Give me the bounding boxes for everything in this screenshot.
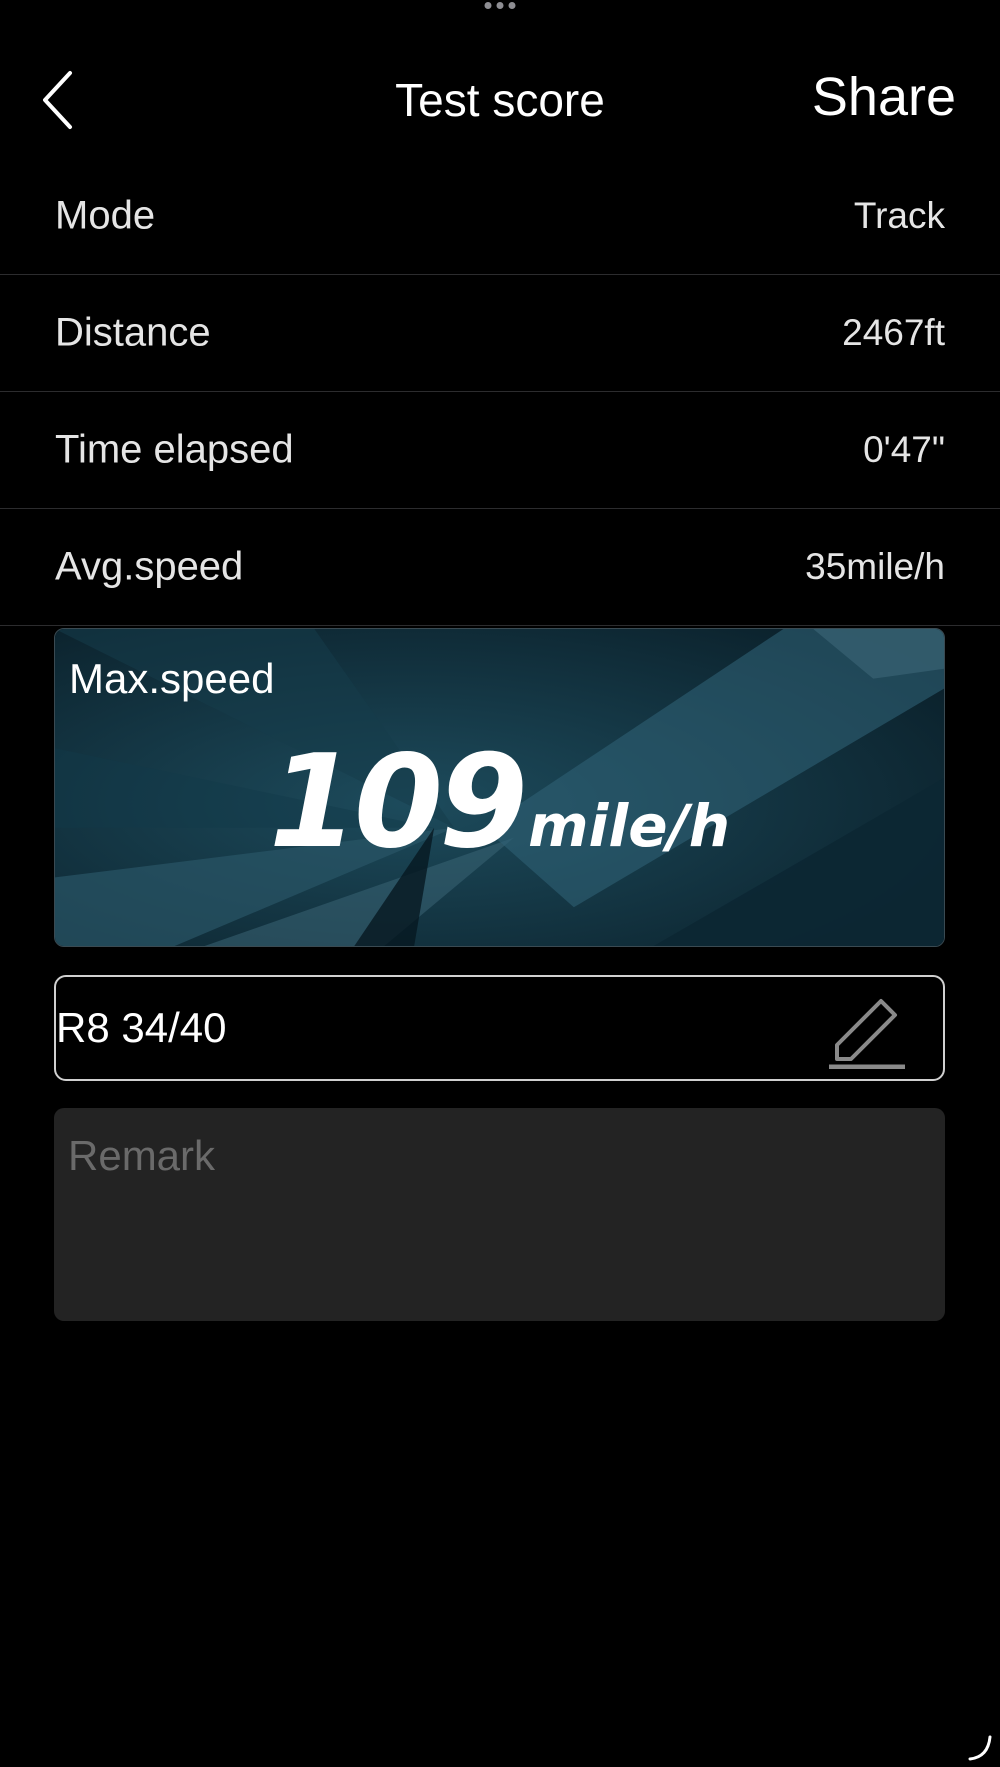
app-window: Test score Share Mode Track Distance 246… <box>0 0 1000 1767</box>
remark-textarea[interactable] <box>54 1108 945 1321</box>
info-value: Track <box>853 195 945 236</box>
resize-handle-icon[interactable] <box>966 1733 994 1761</box>
info-value: 35mile/h <box>805 546 945 587</box>
name-input[interactable] <box>56 977 836 1079</box>
max-speed-value: 109 <box>268 728 528 877</box>
info-label: Time elapsed <box>55 427 294 472</box>
info-label: Distance <box>55 310 211 355</box>
max-speed-label: Max.speed <box>69 655 275 702</box>
name-field[interactable] <box>54 975 945 1081</box>
share-button[interactable]: Share <box>812 66 956 128</box>
info-row-mode: Mode Track <box>0 158 1000 275</box>
info-value: 0'47" <box>863 429 945 470</box>
info-row-distance: Distance 2467ft <box>0 275 1000 392</box>
info-row-time-elapsed: Time elapsed 0'47" <box>0 392 1000 509</box>
info-label: Mode <box>55 193 156 238</box>
info-row-avg-speed: Avg.speed 35mile/h <box>0 509 1000 626</box>
back-button[interactable] <box>30 65 90 135</box>
info-list: Mode Track Distance 2467ft Time elapsed … <box>0 158 1000 626</box>
info-value: 2467ft <box>842 312 945 353</box>
max-speed-value-group: 109mile/h <box>55 739 944 867</box>
pencil-icon <box>829 999 905 1070</box>
info-label: Avg.speed <box>55 544 244 589</box>
max-speed-card: Max.speed 109mile/h <box>54 628 945 947</box>
edit-button[interactable] <box>827 989 907 1070</box>
max-speed-unit: mile/h <box>528 792 731 860</box>
header: Test score Share <box>0 40 1000 160</box>
chevron-left-icon <box>43 71 72 129</box>
more-dots-icon[interactable] <box>484 2 516 9</box>
